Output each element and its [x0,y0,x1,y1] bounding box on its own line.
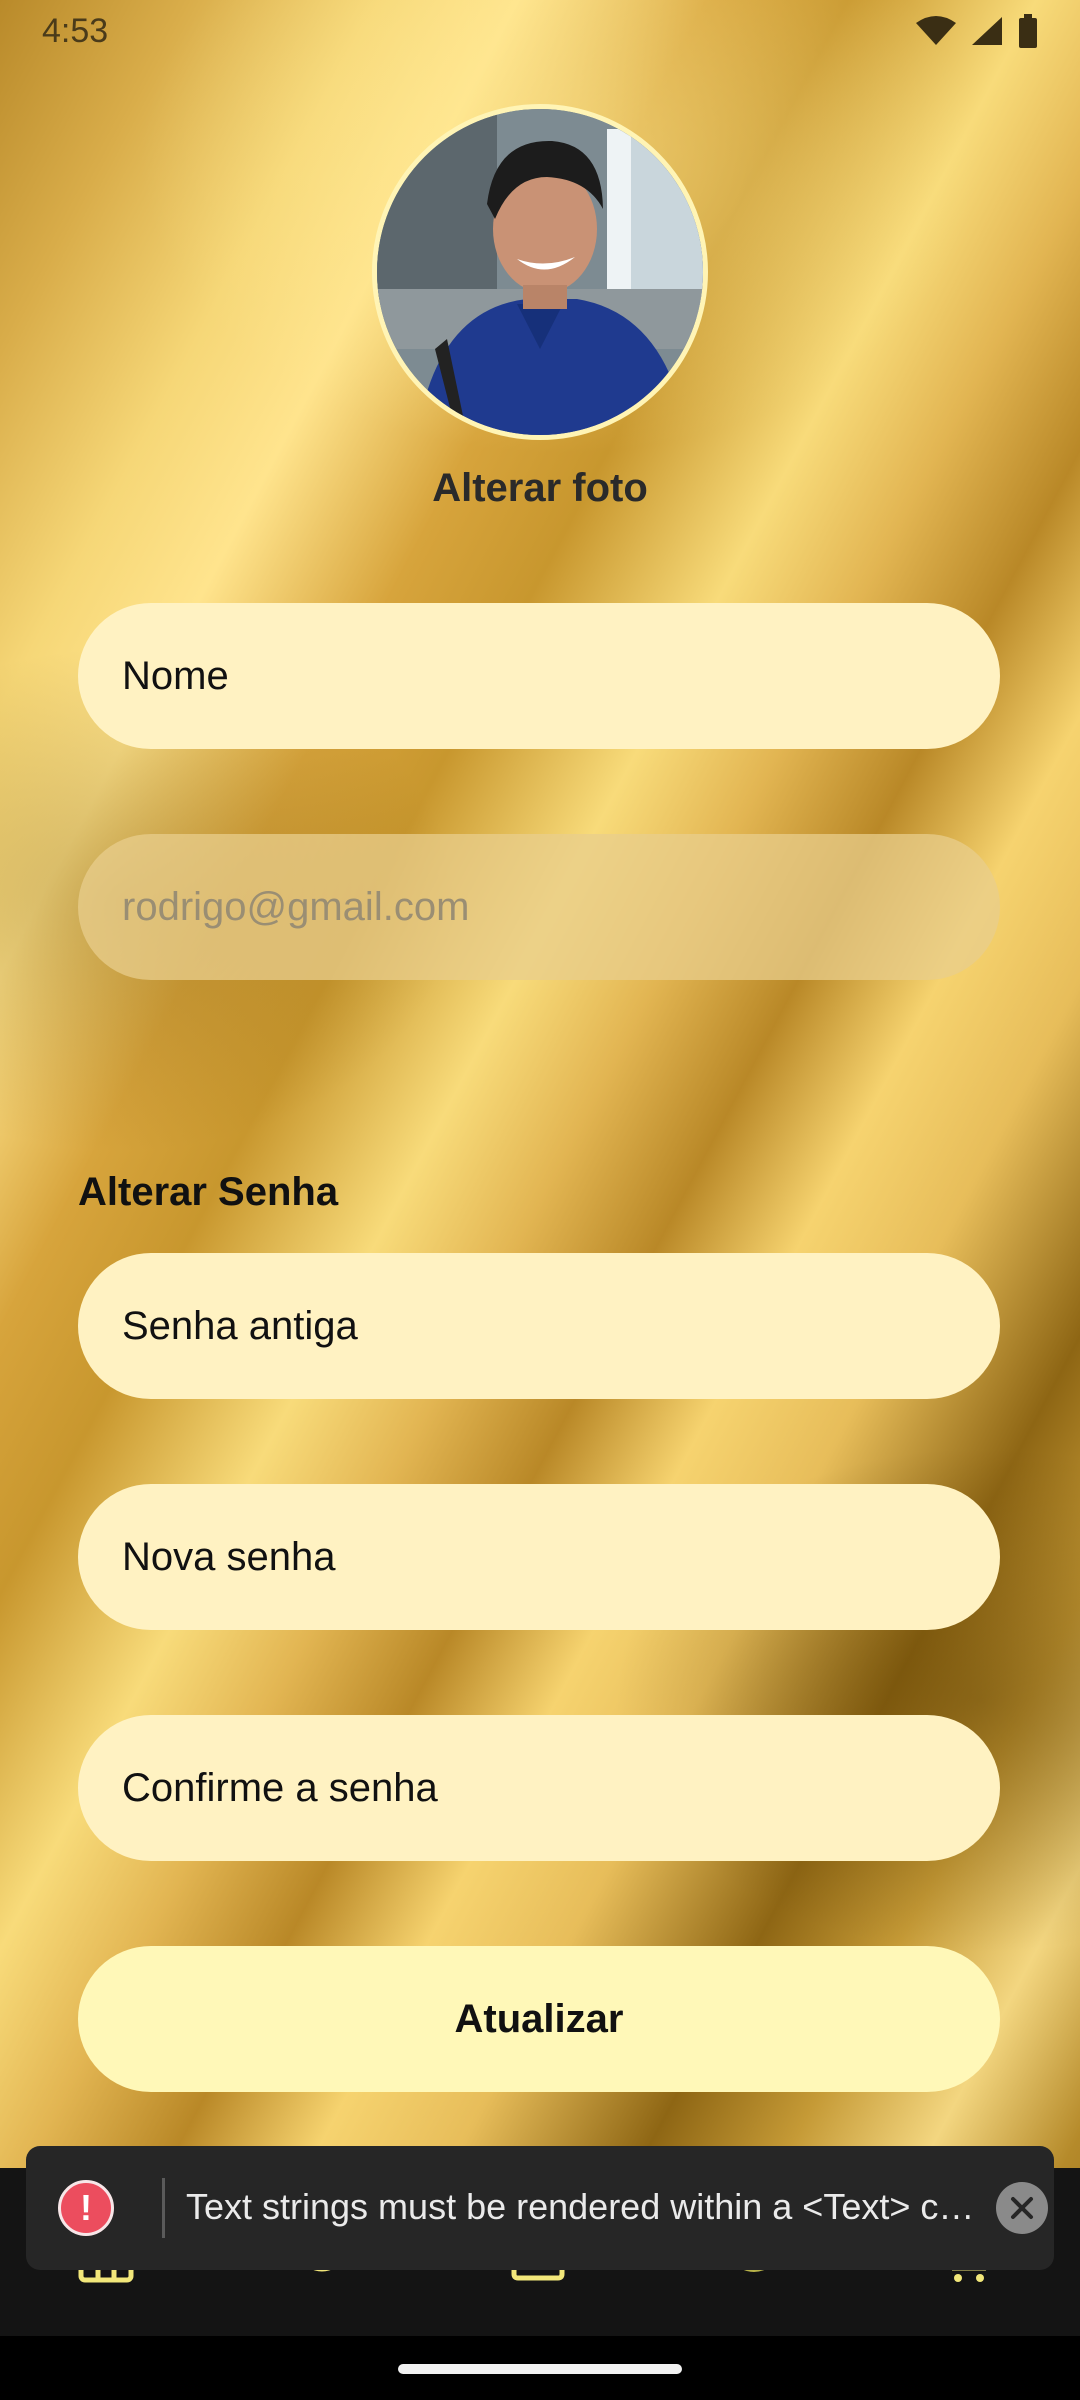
profile-screen: 4:53 Alterar foto Nome rodrigo@gmail.com… [0,0,1080,2400]
old-password-input[interactable]: Senha antiga [78,1253,1000,1399]
profile-photo [377,109,703,435]
home-indicator[interactable] [398,2364,682,2374]
name-input-placeholder: Nome [122,653,229,698]
email-value: rodrigo@gmail.com [122,884,470,929]
toast-message: Text strings must be rendered within a <… [186,2186,975,2227]
error-toast[interactable]: ! Text strings must be rendered within a… [26,2146,1054,2270]
change-photo-link[interactable]: Alterar foto [0,466,1080,511]
signal-icon [972,17,1002,45]
old-password-placeholder: Senha antiga [122,1303,358,1348]
status-time: 4:53 [42,12,109,50]
confirm-password-placeholder: Confirme a senha [122,1765,438,1810]
gesture-area [0,2336,1080,2400]
error-icon: ! [58,2180,114,2236]
avatar[interactable] [372,104,708,440]
status-bar: 4:53 [0,0,1080,64]
name-input[interactable]: Nome [78,603,1000,749]
status-icons [916,14,1038,48]
confirm-password-input[interactable]: Confirme a senha [78,1715,1000,1861]
toast-divider [162,2178,165,2238]
wifi-icon [916,16,956,45]
change-password-title: Alterar Senha [78,1170,339,1214]
new-password-placeholder: Nova senha [122,1534,336,1579]
email-field: rodrigo@gmail.com [78,834,1000,980]
close-x-glyph [1011,2197,1033,2219]
update-button[interactable]: Atualizar [78,1946,1000,2092]
new-password-input[interactable]: Nova senha [78,1484,1000,1630]
close-icon[interactable] [996,2182,1048,2234]
battery-icon [1019,14,1037,48]
